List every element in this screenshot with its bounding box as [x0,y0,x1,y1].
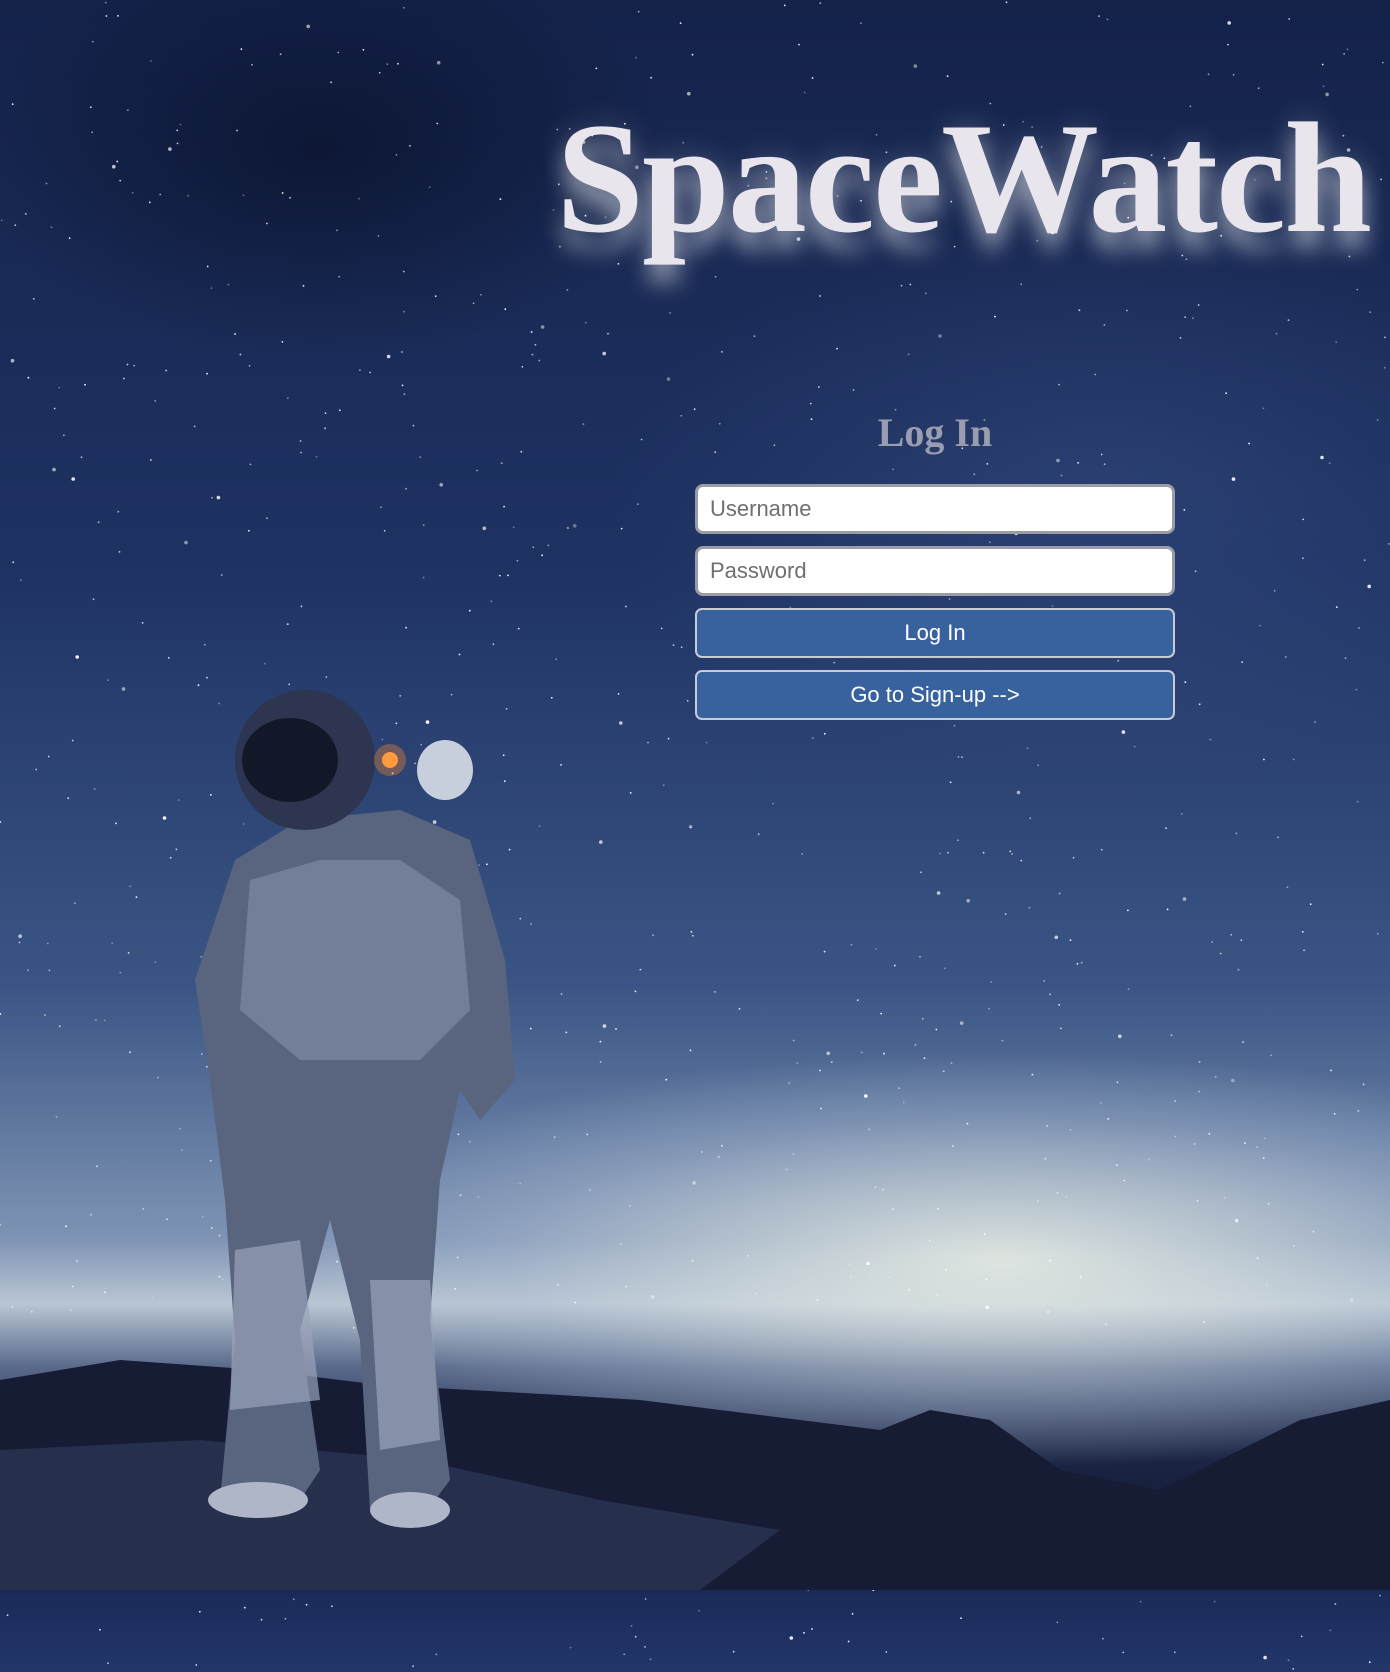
star [243,1606,246,1609]
username-input[interactable] [695,484,1175,534]
star [292,1598,295,1601]
star [1173,1651,1176,1654]
star [1329,1629,1332,1632]
star [412,1665,414,1668]
star [1213,1600,1216,1603]
star [960,1617,962,1620]
star [1287,1659,1290,1662]
star [99,1628,101,1631]
star [1292,1668,1295,1670]
star [1263,1655,1267,1660]
star [6,1614,9,1617]
star [630,1625,633,1627]
star [107,1662,109,1665]
password-input[interactable] [695,546,1175,596]
star [284,1617,287,1620]
login-button[interactable]: Log In [695,608,1175,658]
star [623,1653,626,1656]
star [847,1640,850,1643]
star [885,1651,888,1653]
app-title: SpaceWatch [556,91,1372,266]
star [331,1605,333,1608]
login-form: Log In Log In Go to Sign-up --> [695,406,1175,720]
star [1122,1651,1125,1654]
star [1334,1603,1337,1605]
star [569,1646,572,1649]
star [732,1650,735,1653]
star [811,1628,813,1630]
star [1056,1621,1059,1624]
star [803,1632,805,1634]
star [649,1658,652,1661]
star [634,1635,637,1638]
star [1102,1637,1104,1640]
star [851,1613,854,1615]
star [435,1653,438,1656]
login-heading: Log In [877,410,993,455]
star [195,1664,198,1666]
star [305,1603,308,1606]
star [260,1618,263,1621]
star [1368,1661,1371,1664]
star [789,1636,794,1640]
star [1139,1600,1142,1603]
star [1379,1594,1381,1597]
star [644,1598,647,1600]
star [644,1646,646,1648]
star [198,1610,201,1613]
go-to-signup-button[interactable]: Go to Sign-up --> [695,670,1175,720]
star [1300,1635,1303,1638]
star [698,1609,700,1612]
